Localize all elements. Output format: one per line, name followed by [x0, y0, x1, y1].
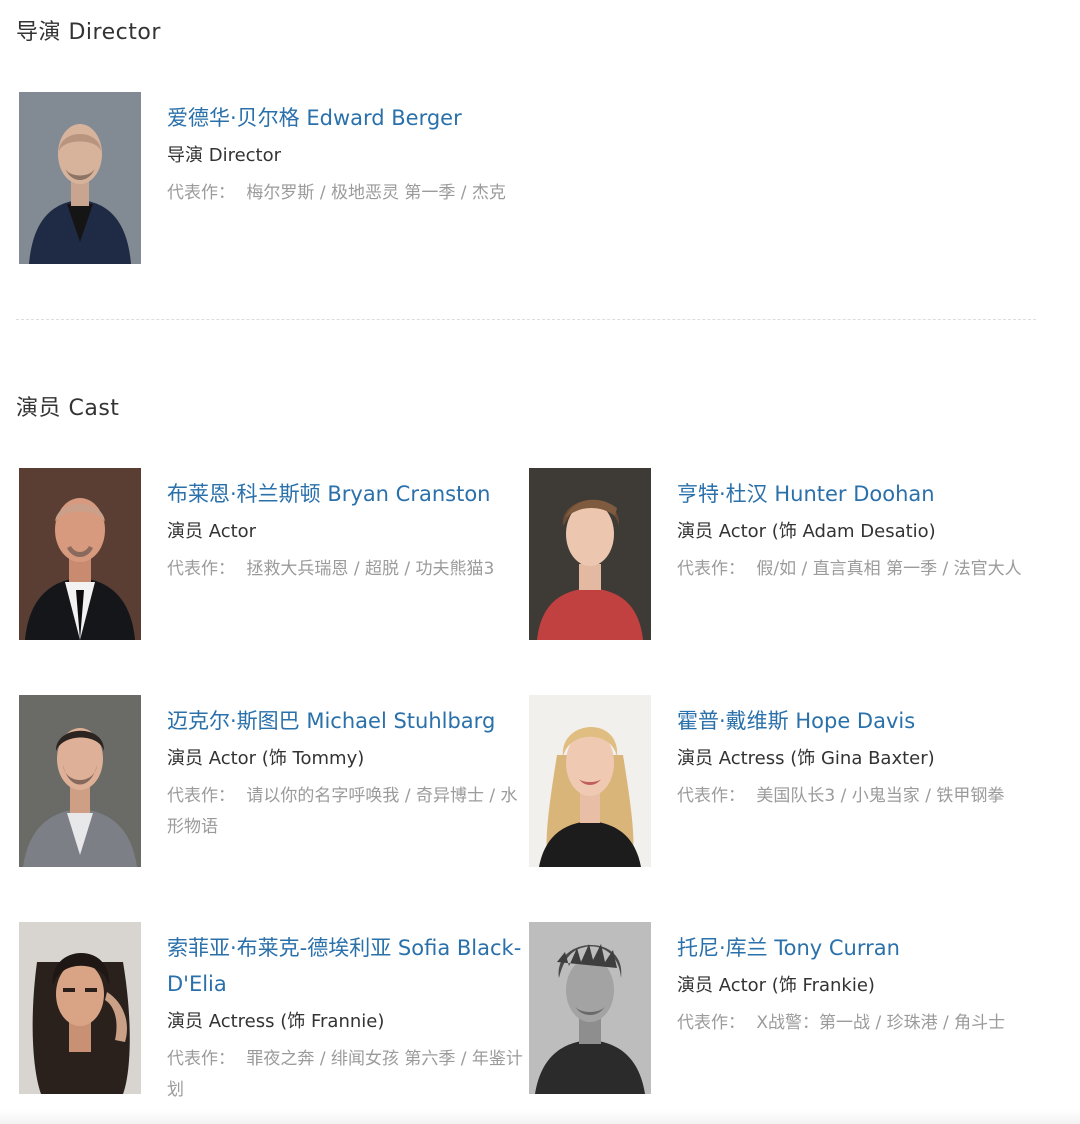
work-separator: / — [319, 1049, 331, 1069]
cast-name-link[interactable]: 托尼·库兰 Tony Curran — [677, 930, 1037, 966]
work-link[interactable]: 拯救大兵瑞恩 — [246, 559, 348, 579]
cast-info: 索菲亚·布莱克-德埃利亚 Sofia Black-D'Elia 演员 Actre… — [167, 930, 527, 1106]
work-link[interactable]: 功夫熊猫3 — [416, 559, 495, 579]
work-separator: / — [319, 183, 331, 203]
person-photo-icon — [19, 922, 141, 1094]
work-separator: / — [840, 786, 852, 806]
cast-info: 霍普·戴维斯 Hope Davis 演员 Actress (饰 Gina Bax… — [677, 703, 1037, 812]
work-separator: / — [353, 559, 365, 579]
cast-photo[interactable] — [19, 468, 141, 640]
cast-photo[interactable] — [529, 468, 651, 640]
person-photo-icon — [529, 468, 651, 640]
cast-role: 演员 Actor (饰 Tommy) — [167, 748, 365, 769]
cast-role: 演员 Actor (饰 Frankie) — [677, 975, 875, 996]
director-name-link[interactable]: 爱德华·贝尔格 Edward Berger — [167, 100, 527, 136]
cast-photo[interactable] — [19, 695, 141, 867]
work-link[interactable]: 铁甲钢拳 — [936, 786, 1004, 806]
bottom-fade — [0, 1110, 1080, 1124]
person-photo-icon — [19, 92, 141, 264]
cast-role: 演员 Actor (饰 Adam Desatio) — [677, 521, 936, 542]
work-separator: / — [460, 1049, 472, 1069]
credits-page: 导演 Director 爱德华·贝尔格 Edward Berger 导演 Dir… — [0, 0, 1080, 1124]
cast-info: 托尼·库兰 Tony Curran 演员 Actor (饰 Frankie) 代… — [677, 930, 1037, 1039]
person-photo-icon — [19, 468, 141, 640]
person-photo-icon — [529, 922, 651, 1094]
work-link[interactable]: 梅尔罗斯 — [246, 183, 314, 203]
work-link[interactable]: 珍珠港 — [887, 1013, 938, 1033]
cast-name-link[interactable]: 霍普·戴维斯 Hope Davis — [677, 703, 1037, 739]
work-link[interactable]: 极地恶灵 第一季 — [331, 183, 455, 203]
cast-photo[interactable] — [529, 695, 651, 867]
cast-role: 演员 Actress (饰 Gina Baxter) — [677, 748, 935, 769]
works-label: 代表作： — [167, 786, 235, 806]
work-link[interactable]: 美国队长3 — [756, 786, 835, 806]
work-link[interactable]: 角斗士 — [954, 1013, 1005, 1033]
work-link[interactable]: 罪夜之奔 — [246, 1049, 314, 1069]
cast-role: 演员 Actress (饰 Frannie) — [167, 1011, 385, 1032]
cast-works: 代表作： 拯救大兵瑞恩 / 超脱 / 功夫熊猫3 — [167, 554, 527, 585]
cast-info: 布莱恩·科兰斯顿 Bryan Cranston 演员 Actor 代表作： 拯救… — [167, 476, 527, 585]
cast-works: 代表作： 美国队长3 / 小鬼当家 / 铁甲钢拳 — [677, 781, 1037, 812]
work-link[interactable]: 假/如 — [756, 559, 796, 579]
cast-name-link[interactable]: 迈克尔·斯图巴 Michael Stuhlbarg — [167, 703, 527, 739]
director-photo[interactable] — [19, 92, 141, 264]
work-separator: / — [875, 1013, 887, 1033]
cast-works: 代表作： 假/如 / 直言真相 第一季 / 法官大人 — [677, 554, 1037, 585]
works-label: 代表作： — [167, 559, 235, 579]
work-link[interactable]: 法官大人 — [954, 559, 1022, 579]
section-divider — [16, 319, 1036, 320]
work-link[interactable]: 直言真相 第一季 — [813, 559, 937, 579]
work-separator: / — [460, 183, 472, 203]
work-link[interactable]: 奇异博士 — [416, 786, 484, 806]
director-section-title: 导演 Director — [16, 20, 161, 45]
work-link[interactable]: 小鬼当家 — [852, 786, 920, 806]
cast-section-title: 演员 Cast — [16, 396, 120, 421]
works-label: 代表作： — [167, 183, 235, 203]
works-label: 代表作： — [167, 1049, 235, 1069]
cast-name-link[interactable]: 亨特·杜汉 Hunter Doohan — [677, 476, 1037, 512]
work-separator: / — [942, 559, 954, 579]
work-separator: / — [404, 559, 416, 579]
cast-photo[interactable] — [529, 922, 651, 1094]
work-separator: / — [925, 786, 937, 806]
works-label: 代表作： — [677, 786, 745, 806]
person-photo-icon — [19, 695, 141, 867]
work-separator: / — [943, 1013, 955, 1033]
work-link[interactable]: 请以你的名字呼唤我 — [246, 786, 399, 806]
cast-name-link[interactable]: 布莱恩·科兰斯顿 Bryan Cranston — [167, 476, 527, 512]
person-photo-icon — [529, 695, 651, 867]
works-label: 代表作： — [677, 559, 745, 579]
cast-works: 代表作： 请以你的名字呼唤我 / 奇异博士 / 水形物语 — [167, 781, 527, 843]
cast-photo[interactable] — [19, 922, 141, 1094]
cast-name-link[interactable]: 索菲亚·布莱克-德埃利亚 Sofia Black-D'Elia — [167, 930, 527, 1002]
director-works: 代表作： 梅尔罗斯 / 极地恶灵 第一季 / 杰克 — [167, 178, 527, 209]
work-link[interactable]: X战警：第一战 — [756, 1013, 870, 1033]
work-link[interactable]: 杰克 — [472, 183, 506, 203]
works-label: 代表作： — [677, 1013, 745, 1033]
cast-role: 演员 Actor — [167, 521, 257, 542]
cast-works: 代表作： 罪夜之奔 / 绯闻女孩 第六季 / 年鉴计划 — [167, 1044, 527, 1106]
director-info: 爱德华·贝尔格 Edward Berger 导演 Director 代表作： 梅… — [167, 100, 527, 209]
work-separator: / — [801, 559, 813, 579]
cast-info: 迈克尔·斯图巴 Michael Stuhlbarg 演员 Actor (饰 To… — [167, 703, 527, 843]
cast-works: 代表作： X战警：第一战 / 珍珠港 / 角斗士 — [677, 1008, 1037, 1039]
director-role: 导演 Director — [167, 145, 282, 166]
cast-info: 亨特·杜汉 Hunter Doohan 演员 Actor (饰 Adam Des… — [677, 476, 1037, 585]
work-separator: / — [489, 786, 501, 806]
work-separator: / — [404, 786, 416, 806]
work-link[interactable]: 绯闻女孩 第六季 — [331, 1049, 455, 1069]
work-link[interactable]: 超脱 — [365, 559, 399, 579]
